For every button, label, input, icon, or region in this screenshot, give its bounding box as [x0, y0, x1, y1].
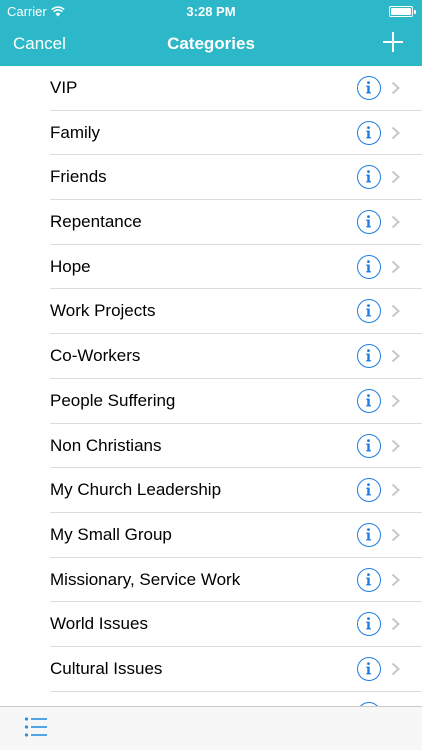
- info-icon[interactable]: [357, 522, 381, 547]
- category-label: Hope: [50, 256, 91, 276]
- chevron-right-icon: [391, 171, 400, 184]
- list-item[interactable]: My Church Leadership: [0, 468, 422, 513]
- category-label: Work Projects: [50, 301, 156, 321]
- plus-icon[interactable]: [382, 31, 404, 53]
- category-label: Repentance: [50, 212, 142, 232]
- chevron-right-icon: [391, 81, 400, 95]
- chevron-right-icon: [391, 349, 400, 363]
- info-icon[interactable]: [357, 478, 381, 503]
- battery-icon: [389, 6, 416, 17]
- list-item[interactable]: Work Projects: [0, 289, 422, 334]
- list-item[interactable]: People Suffering: [0, 379, 422, 424]
- info-icon[interactable]: [357, 612, 381, 637]
- category-label: World Issues: [50, 614, 148, 634]
- chevron-right-icon: [391, 618, 400, 631]
- category-list: VIP Family Friends Repentance Hope Work Proje…: [0, 66, 422, 706]
- list-item[interactable]: Friends: [0, 155, 422, 200]
- info-icon[interactable]: [357, 344, 381, 369]
- info-icon[interactable]: [357, 299, 381, 324]
- chevron-right-icon: [391, 573, 400, 586]
- status-time: 3:28 PM: [186, 4, 236, 19]
- category-label: Family: [50, 122, 101, 142]
- chevron-right-icon: [391, 394, 400, 408]
- chevron-right-icon: [391, 215, 400, 229]
- list-item[interactable]: My Small Group: [0, 513, 422, 558]
- list-item[interactable]: Repentance: [0, 200, 422, 245]
- list-item[interactable]: Cultural Issues: [0, 647, 422, 692]
- status-bar: Carrier 3:28 PM: [0, 0, 422, 22]
- list-item[interactable]: VIP: [0, 66, 422, 111]
- battery-fill: [391, 8, 411, 15]
- list-item[interactable]: Co-Workers: [0, 334, 422, 379]
- info-icon[interactable]: [357, 120, 381, 145]
- header: Carrier 3:28 PM Cancel Categories: [0, 0, 422, 66]
- list-item[interactable]: Missionary, Service Work: [0, 558, 422, 603]
- cancel-button[interactable]: Cancel: [13, 34, 66, 54]
- list-item[interactable]: Non Christians: [0, 424, 422, 469]
- list-item[interactable]: World Issues: [0, 602, 422, 647]
- info-icon[interactable]: [357, 567, 381, 592]
- list-icon[interactable]: [24, 715, 48, 739]
- category-label: Non Christians: [50, 435, 162, 455]
- info-icon[interactable]: [357, 388, 381, 413]
- list-item[interactable]: [0, 692, 422, 706]
- list-item[interactable]: Family: [0, 111, 422, 156]
- info-icon[interactable]: [357, 656, 381, 681]
- category-label: My Church Leadership: [50, 480, 222, 500]
- info-icon[interactable]: [357, 76, 381, 100]
- info-icon[interactable]: [357, 210, 381, 235]
- category-label: My Small Group: [50, 524, 172, 544]
- category-label: Missionary, Service Work: [50, 569, 241, 589]
- chevron-right-icon: [391, 483, 400, 497]
- chevron-right-icon: [391, 528, 400, 542]
- chevron-right-icon: [391, 260, 400, 273]
- info-icon[interactable]: [357, 254, 381, 279]
- category-label: Co-Workers: [50, 346, 141, 366]
- chevron-right-icon: [391, 305, 400, 318]
- chevron-right-icon: [391, 126, 400, 139]
- nav-bar: Cancel Categories: [0, 22, 422, 66]
- category-label: People Suffering: [50, 390, 176, 410]
- category-label: Cultural Issues: [50, 658, 163, 678]
- tab-bar: [0, 706, 422, 750]
- category-label: VIP: [50, 78, 78, 97]
- category-label: Friends: [50, 167, 107, 187]
- chevron-right-icon: [391, 439, 400, 452]
- info-icon[interactable]: [357, 433, 381, 458]
- info-icon[interactable]: [357, 165, 381, 190]
- chevron-right-icon: [391, 662, 400, 676]
- list-item[interactable]: Hope: [0, 245, 422, 290]
